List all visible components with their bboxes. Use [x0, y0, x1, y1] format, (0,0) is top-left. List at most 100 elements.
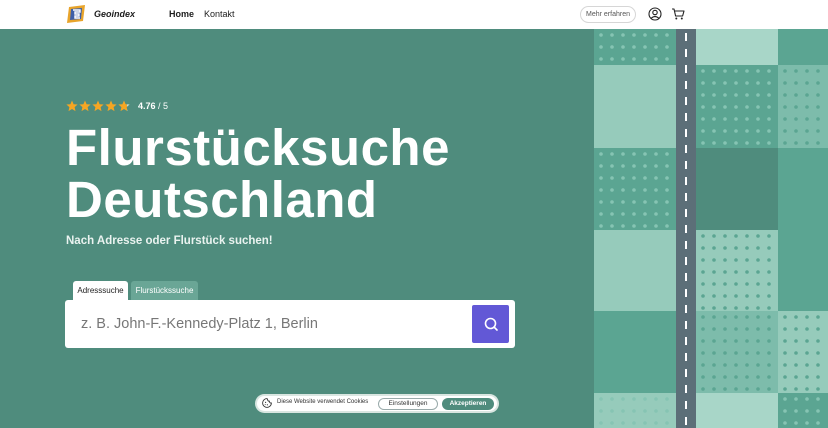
map-dot: [643, 57, 647, 61]
map-dot: [734, 375, 738, 379]
map-dot: [712, 294, 716, 298]
map-dot: [665, 224, 669, 228]
map-dot: [767, 351, 771, 355]
map-dot: [745, 327, 749, 331]
map-dot: [712, 363, 716, 367]
map-dot: [610, 409, 614, 413]
map-dot: [621, 57, 625, 61]
map-dot: [654, 212, 658, 216]
map-dot: [767, 327, 771, 331]
map-dot: [654, 33, 658, 37]
map-dot: [643, 200, 647, 204]
cookie-accept-button[interactable]: Akzeptieren: [442, 398, 494, 410]
map-dot: [712, 327, 716, 331]
map-dot: [654, 164, 658, 168]
more-info-button[interactable]: Mehr erfahren: [580, 6, 636, 23]
star-icon: [66, 100, 78, 112]
map-dot: [701, 327, 705, 331]
map-dot: [599, 45, 603, 49]
map-dot: [599, 188, 603, 192]
cart-icon[interactable]: [671, 7, 685, 21]
map-dot: [816, 129, 820, 133]
map-dot: [745, 93, 749, 97]
nav-link-home[interactable]: Home: [169, 9, 194, 19]
road-marking: [685, 49, 687, 57]
brand-name[interactable]: Geoindex: [94, 9, 135, 19]
map-dot: [767, 306, 771, 310]
map-dot: [621, 188, 625, 192]
map-dot: [632, 188, 636, 192]
map-dot: [665, 200, 669, 204]
map-dot: [712, 315, 716, 319]
map-dot: [734, 315, 738, 319]
map-block: [778, 148, 828, 230]
logo-icon[interactable]: [66, 5, 86, 23]
address-search-input[interactable]: [81, 314, 461, 334]
map-dot: [734, 339, 738, 343]
map-dot: [599, 200, 603, 204]
map-dot: [712, 69, 716, 73]
map-dot: [745, 129, 749, 133]
road-marking: [685, 337, 687, 345]
map-dot: [610, 212, 614, 216]
map-dot: [816, 363, 820, 367]
map-dot: [816, 105, 820, 109]
map-dot: [745, 270, 749, 274]
map-dot: [665, 397, 669, 401]
top-navbar: Geoindex Home Kontakt Mehr erfahren: [0, 0, 828, 29]
road-marking: [685, 113, 687, 121]
map-dot: [610, 152, 614, 156]
map-dot: [734, 294, 738, 298]
tab-adresssuche[interactable]: Adresssuche: [73, 281, 128, 300]
map-dot: [745, 246, 749, 250]
map-dot: [756, 258, 760, 262]
map-dot: [723, 387, 727, 391]
cookie-settings-button[interactable]: Einstellungen: [378, 398, 438, 410]
map-dot: [712, 81, 716, 85]
map-dot: [723, 351, 727, 355]
map-dot: [756, 339, 760, 343]
road-marking: [685, 225, 687, 233]
map-block: [594, 230, 676, 311]
map-dot: [767, 315, 771, 319]
map-dot: [745, 339, 749, 343]
star-icon: [92, 100, 104, 112]
map-dot: [783, 387, 787, 391]
map-dot: [756, 141, 760, 145]
map-dot: [701, 339, 705, 343]
map-dot: [816, 93, 820, 97]
map-dot: [745, 81, 749, 85]
map-dot: [783, 339, 787, 343]
map-dot: [767, 246, 771, 250]
map-dot: [632, 164, 636, 168]
map-dot: [643, 212, 647, 216]
map-dot: [654, 224, 658, 228]
map-dot: [816, 351, 820, 355]
map-dot: [767, 117, 771, 121]
road-marking: [685, 353, 687, 361]
map-dot: [665, 152, 669, 156]
tab-flurstueckssuche[interactable]: Flurstückssuche: [131, 281, 198, 300]
rating-stars: [66, 100, 130, 114]
user-icon[interactable]: [648, 7, 662, 21]
map-dot: [783, 129, 787, 133]
nav-link-kontakt[interactable]: Kontakt: [204, 9, 235, 19]
road-marking: [685, 321, 687, 329]
cookie-banner: Diese Website verwendet Cookies Einstell…: [257, 396, 497, 411]
map-dot: [712, 270, 716, 274]
map-dot: [794, 339, 798, 343]
map-dot: [599, 397, 603, 401]
map-dot: [599, 164, 603, 168]
map-dot: [723, 375, 727, 379]
map-dot: [654, 45, 658, 49]
map-dot: [665, 188, 669, 192]
road-marking: [685, 273, 687, 281]
map-dot: [665, 164, 669, 168]
map-dot: [767, 258, 771, 262]
map-dot: [756, 351, 760, 355]
map-dot: [767, 69, 771, 73]
map-dot: [816, 339, 820, 343]
map-dot: [756, 294, 760, 298]
map-dot: [783, 117, 787, 121]
search-button[interactable]: [472, 305, 509, 343]
